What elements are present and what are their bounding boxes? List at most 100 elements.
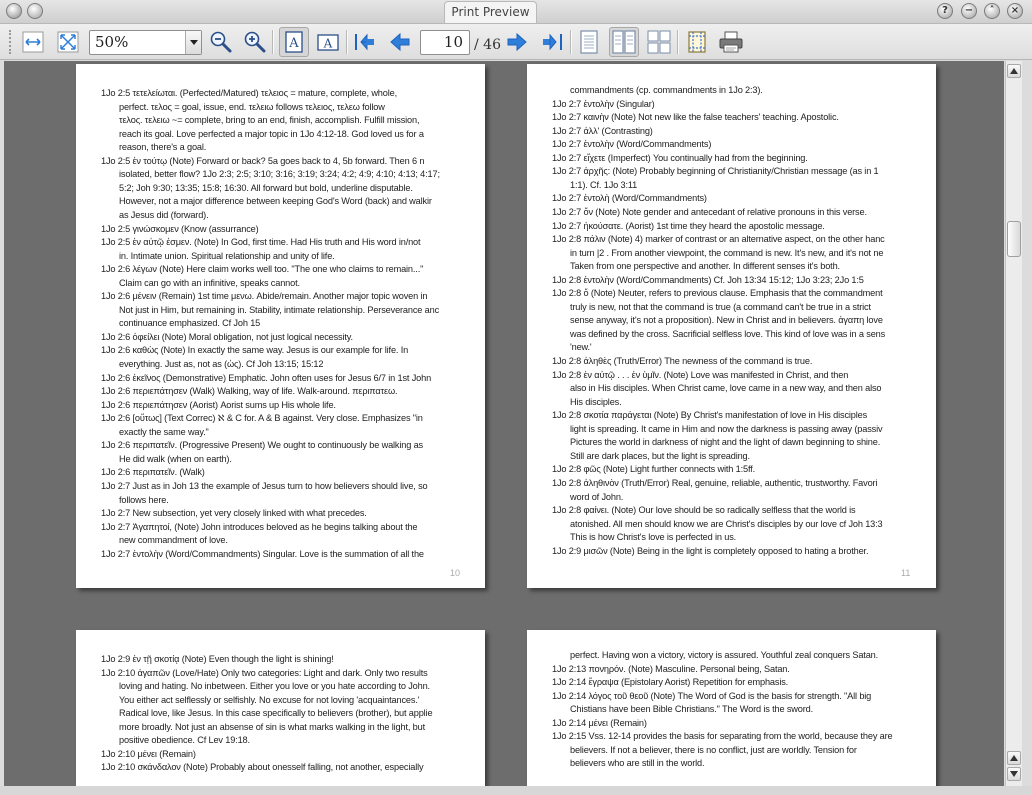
preview-text-line: 1Jo 2:7 Just as in Joh 13 the example of…	[101, 480, 428, 491]
preview-text-line: 5:2; Joh 9:30; 13:35; 15:8; 16:30. All f…	[119, 182, 413, 193]
preview-text-line: 'new.'	[570, 342, 592, 353]
zoom-select[interactable]: 50%	[89, 30, 202, 55]
preview-text-line: 1Jo 2:5 ἐν τούτῳ (Note) Forward or back?…	[101, 155, 425, 166]
page-setup-icon[interactable]	[682, 27, 712, 57]
preview-text-line: 1Jo 2:14 ἔγραψα (Epistolary Aorist) Repe…	[552, 677, 789, 688]
preview-text-line: was defined by the cross. Sacrificial se…	[570, 328, 886, 339]
preview-text-line: 1Jo 2:10 ἀγαπῶν (Love/Hate) Only two cat…	[101, 667, 428, 678]
preview-text-line: believers who are still in the world.	[570, 758, 705, 769]
preview-text-line: 1Jo 2:6 ἐκεῖνος (Demonstrative) Emphatic…	[101, 372, 432, 383]
window-menu-icon[interactable]	[6, 3, 22, 19]
preview-text-line: 1Jo 2:8 ἀληθινὸν (Truth/Error) Real, gen…	[552, 477, 878, 488]
preview-text-line: 1Jo 2:9 ἐν τῇ σκοτίᾳ (Note) Even though …	[101, 654, 334, 664]
minimize-button[interactable]: −	[961, 3, 977, 19]
toolbar-separator	[570, 30, 572, 54]
facing-pages-icon[interactable]	[609, 27, 639, 57]
fit-width-icon[interactable]	[18, 27, 48, 57]
help-button[interactable]: ?	[937, 3, 953, 19]
toolbar-separator	[346, 30, 348, 54]
toolbar: 50% A A 10 / 46	[0, 24, 1032, 60]
preview-text-line: light is spreading. It came in Him and n…	[570, 423, 883, 434]
maximize-button[interactable]: ˄	[984, 3, 1000, 19]
preview-text-line: 1Jo 2:15 Vss. 12-14 provides the basis f…	[552, 731, 893, 742]
preview-text-line: 1:1). Cf. 1Jo 3:11	[570, 179, 638, 190]
window-shade-icon[interactable]	[27, 3, 43, 19]
zoom-out-icon[interactable]	[206, 27, 236, 57]
preview-text-line: Claim can go with an infinitive, speaks …	[119, 277, 300, 288]
preview-text-line: 1Jo 2:5 γινώσκομεν (Know (assurrance)	[101, 223, 259, 234]
preview-viewport[interactable]: 10 1Jo 2:5 τετελείωται. (Perfected/Matur…	[4, 61, 1004, 786]
preview-text-line: Radical love, like Jesus. In this case s…	[119, 708, 433, 719]
preview-text-line: You either act selflessly or selfishly. …	[119, 694, 420, 705]
page-total: / 46	[474, 37, 501, 53]
print-icon[interactable]	[716, 27, 746, 57]
preview-text-line: 1Jo 2:8 πάλιν (Note) 4) marker of contra…	[552, 234, 885, 245]
title-bar: Print Preview ? − ˄ ×	[0, 0, 1032, 24]
preview-text-line: τελος. τελειω ~= complete, bring to an e…	[119, 115, 420, 126]
preview-text-line: This is how Christ's love is perfected i…	[570, 532, 737, 543]
preview-page-13: perfect. Having won a victory, victory i…	[527, 630, 936, 786]
preview-text-line: Taken from one perspective and another. …	[570, 261, 840, 272]
preview-text-line: as Jesus did (forward).	[119, 209, 209, 220]
preview-text-line: reason, there's a goal.	[119, 142, 207, 153]
scroll-down-icon[interactable]	[1007, 751, 1021, 765]
previous-page-icon[interactable]	[385, 27, 415, 57]
zoom-value: 50%	[95, 33, 129, 51]
fit-page-icon[interactable]	[53, 27, 83, 57]
preview-text-line: 1Jo 2:10 σκάνδαλον (Note) Probably about…	[101, 762, 424, 773]
preview-text-line: 1Jo 2:7 ὅν (Note) Note gender and antece…	[552, 206, 867, 217]
preview-text-line: believers. If not a believer, there is n…	[570, 744, 857, 755]
preview-text-line: 1Jo 2:6 ὀφείλει (Note) Moral obligation,…	[101, 331, 353, 342]
preview-text-line: 1Jo 2:5 ἐν αὐτῷ ἐσμεν. (Note) In God, fi…	[101, 237, 421, 248]
preview-text-line: perfect. τελος = goal, issue, end. τελει…	[119, 101, 385, 112]
scroll-up-icon[interactable]	[1007, 64, 1021, 78]
preview-page-10: 10 1Jo 2:5 τετελείωται. (Perfected/Matur…	[76, 64, 485, 588]
scrollbar-thumb[interactable]	[1007, 221, 1021, 257]
toolbar-separator	[272, 30, 274, 54]
preview-text-line: 1Jo 2:8 ὅ (Note) Neuter, refers to previ…	[552, 288, 883, 299]
zoom-in-icon[interactable]	[240, 27, 270, 57]
preview-page-12: 1Jo 2:9 ἐν τῇ σκοτίᾳ (Note) Even though …	[76, 630, 485, 786]
preview-text-line: 1Jo 2:8 ἀληθὲς (Truth/Error) The newness…	[552, 356, 813, 366]
preview-text-line: commandments (cp. commandments in 1Jo 2:…	[570, 85, 763, 95]
preview-text-line: 1Jo 2:6 περιεπάτησεν (Aorist) Aorist sum…	[101, 399, 336, 410]
first-page-icon[interactable]	[350, 27, 380, 57]
preview-text-line: Chistians have been Bible Christians." T…	[570, 704, 813, 715]
portrait-icon[interactable]: A	[279, 27, 309, 57]
preview-text-line: everything. Just as, not as (ὡς). Cf Joh…	[119, 359, 324, 369]
chevron-down-icon[interactable]	[185, 31, 201, 54]
preview-text-line: loving and hating. No inbetween. Either …	[119, 681, 430, 692]
next-page-icon[interactable]	[502, 27, 532, 57]
preview-text-line: Still are dark places, but the light is …	[570, 450, 750, 461]
preview-text-line: 1Jo 2:7 ἀρχῆς: (Note) Probably beginning…	[552, 166, 879, 177]
page-number: 11	[901, 568, 911, 578]
preview-text-line: in. Intimate union. Spiritual relationsh…	[119, 250, 335, 261]
preview-text-line: 1Jo 2:6 [οὕτως] (Text Correc) ℵ & C for.…	[101, 413, 423, 424]
page-number-input[interactable]: 10	[420, 30, 470, 55]
preview-text-line: perfect. Having won a victory, victory i…	[570, 650, 879, 660]
preview-text-line: 1Jo 2:7 ἠκούσατε. (Aorist) 1st time they…	[552, 220, 825, 231]
preview-text-line: 1Jo 2:9 μισῶν (Note) Being in the light …	[552, 545, 869, 556]
preview-text-line: 1Jo 2:8 ἐντολὴν (Word/Commandments) Cf. …	[552, 274, 864, 285]
preview-text-line: However, not a major difference between …	[119, 196, 432, 207]
last-page-icon[interactable]	[537, 27, 567, 57]
vertical-scrollbar[interactable]	[1005, 61, 1022, 786]
single-page-icon[interactable]	[574, 27, 604, 57]
preview-text-line: 1Jo 2:6 λέγων (Note) Here claim works we…	[101, 264, 424, 275]
preview-text-line: also in His disciples. When Christ came,…	[570, 383, 882, 394]
preview-text-line: 1Jo 2:7 εἴχετε (Imperfect) You continual…	[552, 152, 808, 163]
toolbar-handle[interactable]	[9, 30, 11, 54]
preview-text-line: new commandment of love.	[119, 535, 228, 546]
preview-text-line: 1Jo 2:14 λόγος τοῦ θεοῦ (Note) The Word …	[552, 690, 872, 701]
preview-text-line: 1Jo 2:14 μένει (Remain)	[552, 717, 647, 728]
overview-icon[interactable]	[644, 27, 674, 57]
preview-text-line: more broadly. Not just an absense of sin…	[119, 721, 425, 732]
landscape-icon[interactable]: A	[313, 27, 343, 57]
preview-text-line: 1Jo 2:7 ἐντολὴν (Singular)	[552, 98, 655, 109]
close-button[interactable]: ×	[1007, 3, 1023, 19]
preview-text-line: follows here.	[119, 494, 169, 505]
preview-text-line: 1Jo 2:7 ἐντολὴν (Word/Commandments) Sing…	[101, 548, 424, 559]
preview-text-line: positive obedience. Cf Lev 19:18.	[119, 735, 250, 746]
preview-text-line: sense anyway, it's not a proposition). N…	[570, 315, 883, 326]
scroll-down-icon[interactable]	[1007, 767, 1021, 781]
